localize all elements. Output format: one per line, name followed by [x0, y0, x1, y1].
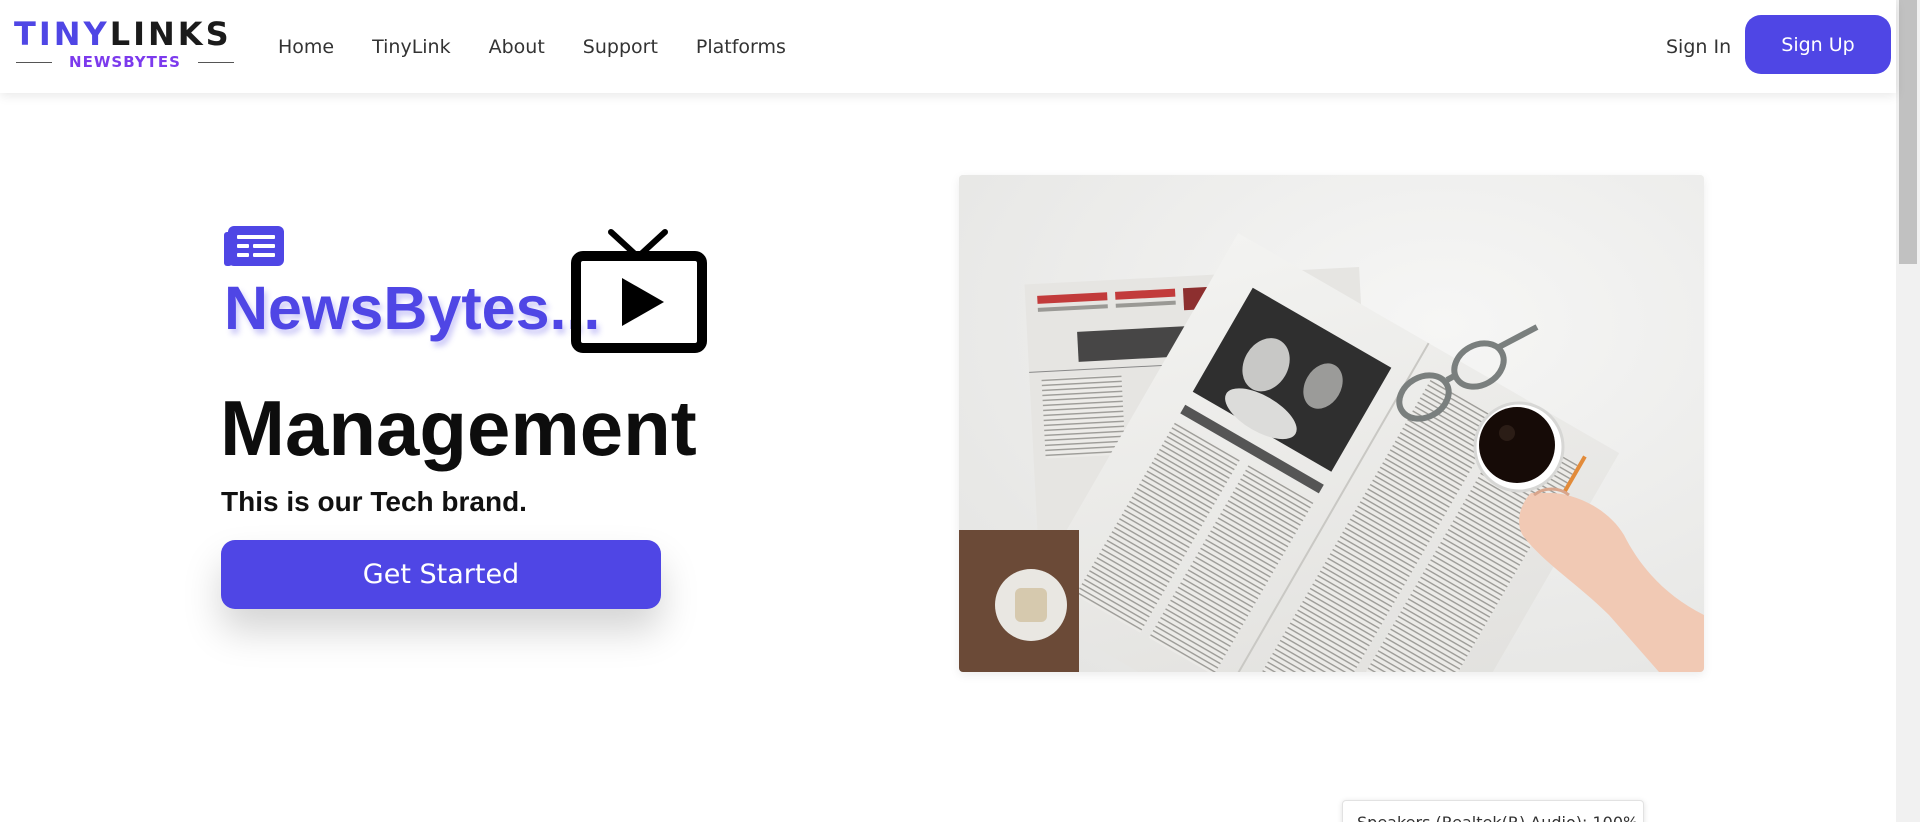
- nav-tinylink[interactable]: TinyLink: [372, 30, 451, 64]
- hero-image: [959, 175, 1704, 672]
- tv-play-icon: [571, 229, 707, 353]
- logo[interactable]: TINYLINKS NEWSBYTES: [14, 16, 236, 74]
- sign-up-button[interactable]: Sign Up: [1745, 15, 1891, 74]
- hero-subtitle: This is our Tech brand.: [221, 486, 527, 517]
- get-started-button[interactable]: Get Started: [221, 540, 661, 609]
- newspaper-icon: [224, 226, 284, 266]
- volume-tooltip: Speakers (Realtek(R) Audio): 100%: [1342, 800, 1644, 822]
- page-scrollbar[interactable]: [1896, 0, 1920, 822]
- brand-name: NewsBytes...: [224, 274, 601, 342]
- page: TINYLINKS NEWSBYTES Home TinyLink About …: [0, 0, 1920, 822]
- hero-title: Management: [220, 384, 697, 472]
- logo-word-links: LINKS: [109, 15, 232, 53]
- logo-wordmark: TINYLINKS: [14, 16, 232, 52]
- main-nav: Home TinyLink About Support Platforms: [278, 30, 786, 64]
- logo-divider-right: [198, 62, 234, 63]
- nav-support[interactable]: Support: [583, 30, 658, 64]
- navbar: TINYLINKS NEWSBYTES Home TinyLink About …: [0, 0, 1896, 93]
- sign-in-link[interactable]: Sign In: [1666, 30, 1731, 64]
- logo-subtitle-row: NEWSBYTES: [14, 52, 236, 72]
- logo-word-tiny: TINY: [14, 15, 110, 53]
- nav-home[interactable]: Home: [278, 30, 334, 64]
- nav-platforms[interactable]: Platforms: [696, 30, 786, 64]
- newspaper-coffee-photo: [959, 175, 1704, 672]
- scrollbar-thumb[interactable]: [1899, 0, 1917, 264]
- nav-about[interactable]: About: [489, 30, 545, 64]
